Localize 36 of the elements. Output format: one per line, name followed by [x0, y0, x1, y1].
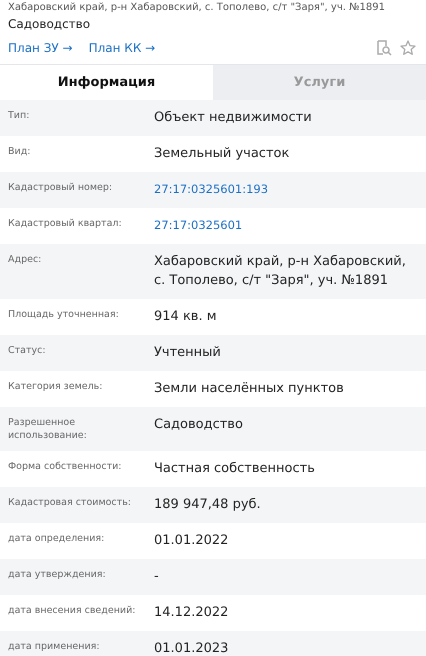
field-value: 01.01.2023	[154, 640, 230, 656]
field-label: дата утверждения:	[8, 568, 107, 581]
plan-link[interactable]: План ЗУ →	[8, 41, 73, 55]
plan-link[interactable]: План КК →	[88, 41, 156, 55]
field-value: Объект недвижимости	[154, 109, 313, 127]
field-value: 914 кв. м	[154, 308, 218, 326]
field-label: Вид:	[8, 145, 32, 158]
field-label: Кадастровая стоимость:	[8, 496, 132, 509]
document-search-icon[interactable]	[376, 40, 392, 56]
field-label: дата определения:	[8, 532, 106, 545]
field-label: Площадь уточненная:	[8, 308, 120, 321]
field-value: -	[154, 568, 160, 586]
field-label: Статус:	[8, 344, 47, 357]
field-label: Разрешенное использование:	[8, 416, 88, 442]
field-label: дата внесения сведений:	[8, 604, 136, 617]
field-value: 01.01.2022	[154, 532, 230, 550]
field-value: Земли населённых пунктов	[154, 380, 345, 398]
star-icon[interactable]	[400, 40, 416, 56]
field-value: Хабаровский край, р-н Хабаровский, с. Тополево, с/т "Заря", уч. №1891	[154, 253, 407, 290]
field-label: Тип:	[8, 109, 30, 122]
usage-text: Садоводство	[8, 16, 92, 32]
field-label: Кадастровый квартал:	[8, 217, 123, 230]
address-text: Хабаровский край, р-н Хабаровский, с. Тополево, с/т "Заря", уч. №1891	[8, 2, 386, 14]
field-label: Категория земель:	[8, 380, 104, 393]
cadastral-link[interactable]: 27:17:0325601	[154, 216, 418, 235]
field-label: Адрес:	[8, 253, 42, 266]
field-value: Садоводство	[154, 416, 244, 434]
field-label: Кадастровый номер:	[8, 181, 114, 194]
cadastral-link[interactable]: 27:17:0325601:193	[154, 180, 418, 199]
field-label: дата применения:	[8, 640, 101, 653]
field-value: Земельный участок	[154, 145, 290, 163]
field-label: Форма собственности:	[8, 460, 122, 473]
field-value: 189 947,48 руб.	[154, 496, 262, 514]
field-value: 14.12.2022	[154, 604, 230, 622]
field-value: Частная собственность	[154, 460, 316, 478]
field-value: Учтенный	[154, 344, 222, 362]
